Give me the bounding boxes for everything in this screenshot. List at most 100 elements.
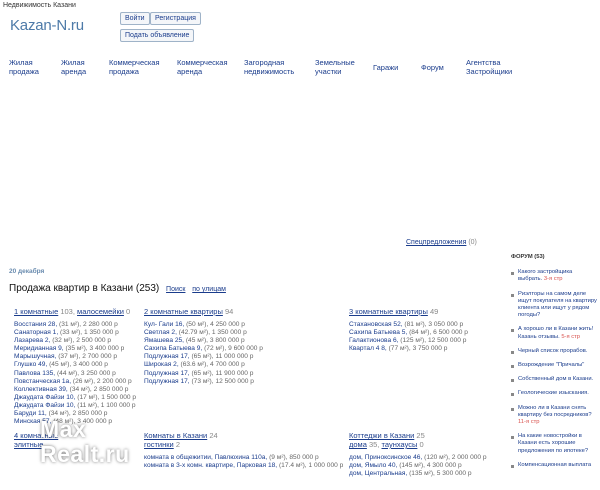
nav-forum[interactable]: Форум bbox=[421, 63, 444, 72]
listing-address-link[interactable]: дом, Приноксинское 46, bbox=[349, 454, 422, 461]
forum-topic-link[interactable]: Возрождение "Причалы" bbox=[518, 362, 584, 368]
nav-country-property[interactable]: Загородная недвижимость bbox=[244, 58, 294, 76]
listing-address-link[interactable]: Павлова 135, bbox=[14, 370, 55, 377]
listing-address-link[interactable]: Широкая 2, bbox=[144, 361, 179, 368]
forum-topic-link[interactable]: Риэлторы на самом деле ищут покупателя н… bbox=[518, 291, 597, 319]
listing-address-link[interactable]: Стахановская 52, bbox=[349, 321, 403, 328]
houses-link[interactable]: дома bbox=[349, 440, 367, 449]
listing-address-link[interactable]: Лазарева 2, bbox=[14, 337, 50, 344]
rooms-link[interactable]: Комнаты в Казани bbox=[144, 431, 207, 440]
listing-address-link[interactable]: Сахипа Батыева 5, bbox=[349, 329, 407, 336]
forum-topic-item: Геологические изыскания. bbox=[511, 390, 597, 397]
listing-price: 11 900 000 р bbox=[215, 369, 254, 377]
small-rooms-link[interactable]: гостинки bbox=[144, 440, 174, 449]
one-room-link[interactable]: 1 комнатные bbox=[14, 307, 58, 316]
listing-address-link[interactable]: Подлужная 17, bbox=[144, 378, 190, 385]
listing-address-link[interactable]: Коллективная 39, bbox=[14, 386, 68, 393]
nav-garages[interactable]: Гаражи bbox=[373, 63, 398, 72]
listing-area: (26 м²), bbox=[72, 377, 96, 385]
townhouses-link[interactable]: таунхаусы bbox=[382, 440, 418, 449]
forum-topic-item: Можно ли в Казани снять квартиру без пос… bbox=[511, 405, 597, 427]
listing-price: 4 250 000 р bbox=[210, 321, 245, 328]
listing-address-link[interactable]: Джаудата Файзи 10, bbox=[14, 394, 75, 401]
bullet-icon bbox=[511, 379, 514, 383]
forum-page-tag[interactable]: 11-я стр bbox=[518, 419, 539, 425]
register-button[interactable]: Регистрация bbox=[150, 12, 201, 25]
listing-area: (44 м²), bbox=[56, 369, 80, 377]
listing-row: комната в общежитии, Павлюхина 110а, (9 … bbox=[144, 454, 343, 462]
listing-address-link[interactable]: Марышучная, bbox=[14, 353, 56, 360]
bullet-icon bbox=[511, 365, 514, 369]
listing-area: (45 м²), bbox=[49, 361, 72, 369]
search-link[interactable]: Поиск bbox=[166, 286, 185, 293]
listing-address-link[interactable]: Подлужная 17, bbox=[144, 370, 190, 377]
nav-residential-rent[interactable]: Жилая аренда bbox=[61, 58, 86, 76]
forum-topic-item: Собственный дом в Казани. bbox=[511, 376, 597, 383]
forum-page-tag[interactable]: 3-я стр bbox=[544, 276, 563, 282]
two-room-link[interactable]: 2 комнатные квартиры bbox=[144, 307, 223, 316]
listing-address-link[interactable]: Повстанческая 1а, bbox=[14, 378, 71, 385]
forum-topic-link[interactable]: На какие новостройки в Казани есть хорош… bbox=[518, 433, 588, 453]
forum-topic-link[interactable]: Черный список прорабов. bbox=[518, 348, 587, 354]
listing-row: Меридианная 9, (35 м²), 3 400 000 р bbox=[14, 345, 136, 353]
listing-address-link[interactable]: Ямашева 25, bbox=[144, 337, 184, 344]
nav-land-plots[interactable]: Земельные участки bbox=[315, 58, 355, 76]
nav-commercial-rent[interactable]: Коммерческая аренда bbox=[177, 58, 228, 76]
nav-commercial-sale[interactable]: Коммерческая продажа bbox=[109, 58, 160, 76]
forum-topic-item: Черный список прорабов. bbox=[511, 348, 597, 355]
listing-price: 1 350 000 р bbox=[211, 329, 247, 337]
listing-address-link[interactable]: Сахипа Батыева 9, bbox=[144, 345, 202, 352]
page-title: Продажа квартир в Казани (253) Поиск по … bbox=[9, 283, 226, 294]
forum-topic-link[interactable]: Компенсационная выплата bbox=[518, 462, 591, 468]
login-button[interactable]: Войти bbox=[120, 12, 150, 25]
nav-residential-sale[interactable]: Жилая продажа bbox=[9, 58, 39, 76]
listing-address-link[interactable]: дом, Ямыло 40, bbox=[349, 462, 397, 469]
small-family-link[interactable]: малосемейки bbox=[77, 307, 124, 316]
listing-address-link[interactable]: Меридианная 9, bbox=[14, 345, 64, 352]
listing-address-link[interactable]: Галактионова 6, bbox=[349, 337, 398, 344]
section-two-room-title: 2 комнатные квартиры 94 bbox=[144, 307, 234, 316]
three-room-link[interactable]: 3 комнатные квартиры bbox=[349, 307, 428, 316]
by-streets-link[interactable]: по улицам bbox=[192, 286, 226, 293]
forum-sidebar: ФОРУМ (53) Какого застройщика выбрать. 3… bbox=[511, 254, 597, 476]
forum-topic-link[interactable]: Геологические изыскания. bbox=[518, 390, 589, 396]
listing-area: (37 м²), bbox=[58, 353, 81, 361]
listing-address-link[interactable]: Подлужная 17, bbox=[144, 353, 190, 360]
bullet-icon bbox=[511, 329, 514, 333]
forum-topic-link[interactable]: Можно ли в Казани снять квартиру без пос… bbox=[518, 405, 592, 418]
listing-price: 1 000 000 р bbox=[308, 462, 344, 470]
forum-page-tag[interactable]: 5-я стр bbox=[561, 334, 580, 340]
nav-agencies[interactable]: Агентства Застройщики bbox=[466, 58, 512, 76]
listing-address-link[interactable]: Глушко 49, bbox=[14, 361, 47, 368]
watermark-line2: Realt.ru bbox=[40, 441, 130, 467]
forum-sidebar-heading[interactable]: ФОРУМ (53) bbox=[511, 254, 597, 261]
elite-link[interactable]: элитные bbox=[14, 440, 43, 449]
section-three-room-title: 3 комнатные квартиры 49 bbox=[349, 307, 439, 316]
listing-address-link[interactable]: Кул- Гали 16, bbox=[144, 321, 184, 328]
listing-row: комната в 3-х комн. квартире, Парковая 1… bbox=[144, 462, 343, 470]
cottages-link[interactable]: Коттеджи в Казани bbox=[349, 431, 414, 440]
post-ad-button[interactable]: Подать объявление bbox=[120, 29, 195, 42]
special-offers-link[interactable]: Спецпредложения (0) bbox=[406, 239, 477, 246]
listing-address-link[interactable]: комната в общежитии, Павлюхина 110а, bbox=[144, 454, 267, 461]
listing-address-link[interactable]: Светлая 2, bbox=[144, 329, 177, 336]
site-logo[interactable]: Kazan-N.ru bbox=[10, 17, 84, 34]
listing-address-link[interactable]: Санаторная 1, bbox=[14, 329, 58, 336]
listing-address-link[interactable]: дом, Центральная, bbox=[349, 470, 407, 477]
forum-topic-item: Риэлторы на самом деле ищут покупателя н… bbox=[511, 291, 597, 320]
forum-topic-link[interactable]: Собственный дом в Казани. bbox=[518, 376, 593, 382]
listing-address-link[interactable]: Джаудата Файзи 10, bbox=[14, 402, 75, 409]
listing-area: (34 м²), bbox=[69, 385, 92, 393]
listing-price: 1 350 000 р bbox=[83, 329, 119, 337]
listing-row: Санаторная 1, (33 м²), 1 350 000 р bbox=[14, 329, 136, 337]
listing-address-link[interactable]: комната в 3-х комн. квартире, Парковая 1… bbox=[144, 462, 277, 469]
forum-topic-item: Компенсационная выплата bbox=[511, 462, 597, 469]
forum-topic-link[interactable]: А хорошо ли в Казани жить! Казань отзывы… bbox=[518, 326, 593, 339]
listing-price: 4 300 000 р bbox=[426, 462, 462, 470]
listing-area: (145 м²), bbox=[399, 462, 425, 470]
bullet-icon bbox=[511, 293, 514, 297]
listing-area: (11 м²), bbox=[77, 401, 99, 409]
listing-address-link[interactable]: Квартал 4 8, bbox=[349, 345, 387, 352]
listing-address-link[interactable]: Восстания 28, bbox=[14, 321, 57, 328]
listing-row: Подлужная 17, (65 м²), 11 000 000 р bbox=[144, 353, 263, 361]
